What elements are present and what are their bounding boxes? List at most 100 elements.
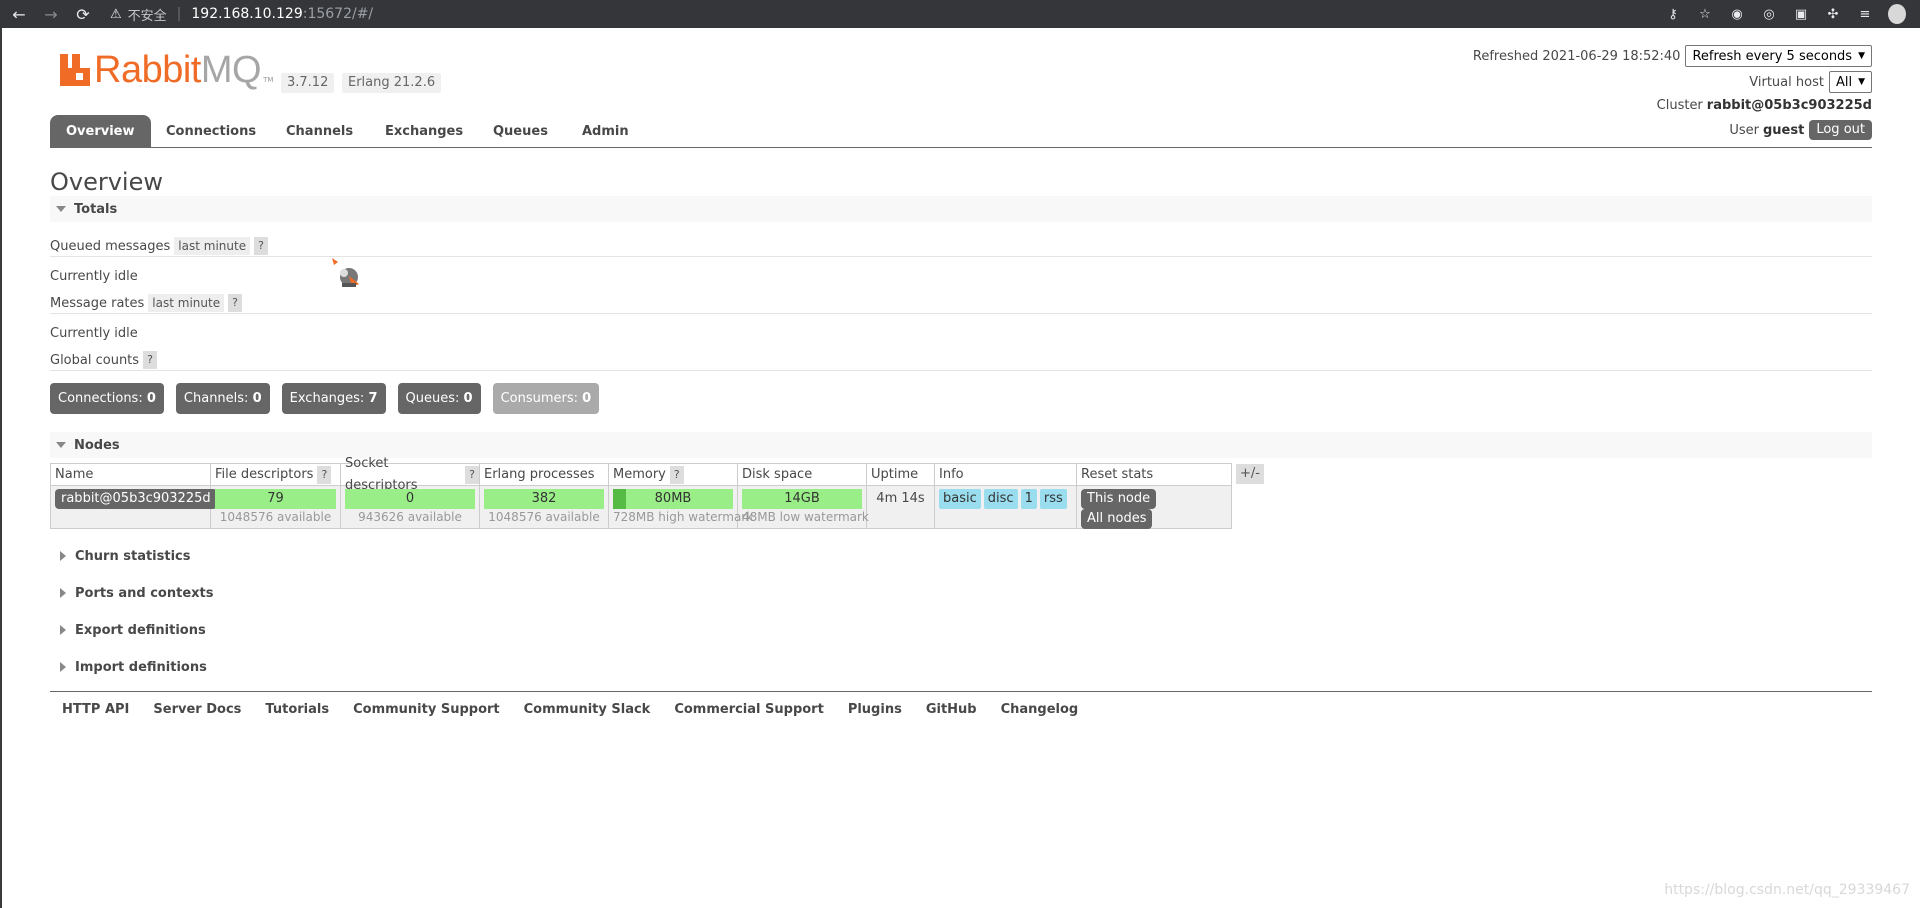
page-title: Overview (50, 168, 163, 196)
footer-link-changelog[interactable]: Changelog (1001, 702, 1079, 717)
nodes-table: Name File descriptors? Socket descriptor… (50, 456, 1232, 529)
key-icon[interactable]: ⚷ (1664, 5, 1682, 23)
channels-count[interactable]: Channels: 0 (175, 383, 270, 414)
cluster-label: Cluster (1656, 97, 1703, 113)
tab-admin[interactable]: Admin (566, 115, 645, 148)
footer-link-plugins[interactable]: Plugins (848, 702, 902, 717)
address-separator: | (176, 6, 182, 22)
col-info: Info (935, 464, 1077, 486)
extension-chrome-icon[interactable]: ◎ (1760, 5, 1778, 23)
socket-descriptors-bar: 0 (345, 489, 475, 509)
erlang-processes-available: 1048576 available (488, 510, 600, 524)
global-counts-row: Global counts ? (50, 350, 157, 370)
memory-bar: 80MB (613, 489, 733, 509)
tab-channels[interactable]: Channels (270, 115, 369, 148)
tab-queues[interactable]: Queues (477, 115, 564, 148)
address-bar[interactable]: ⚠ 不安全 | 192.168.10.129 :15672/#/ (110, 3, 373, 25)
nodes-section-toggle[interactable]: Nodes (50, 432, 1872, 458)
footer-link-community-support[interactable]: Community Support (353, 702, 500, 717)
section-title: Export definitions (75, 622, 206, 638)
consumers-count[interactable]: Consumers: 0 (492, 383, 600, 414)
global-help-button[interactable]: ? (143, 351, 157, 369)
col-reset-stats: Reset stats (1081, 467, 1154, 482)
rates-range-selector[interactable]: last minute (148, 294, 225, 312)
info-badge-rss: rss (1039, 489, 1067, 509)
footer-link-server-docs[interactable]: Server Docs (153, 702, 241, 717)
star-icon[interactable]: ☆ (1696, 5, 1714, 23)
refresh-interval-select[interactable]: Refresh every 5 seconds ▼ (1685, 45, 1872, 67)
triangle-right-icon (60, 625, 66, 635)
totals-title: Totals (74, 201, 118, 217)
rates-help-button[interactable]: ? (228, 294, 242, 312)
forward-icon[interactable]: → (38, 1, 64, 27)
triangle-right-icon (60, 588, 66, 598)
uptime-value: 4m 14s (867, 486, 935, 528)
export-definitions-toggle[interactable]: Export definitions (50, 618, 206, 642)
disk-space-bar: 14GB (742, 489, 862, 509)
nodes-title: Nodes (74, 437, 120, 453)
url-host: 192.168.10.129 (191, 6, 303, 22)
table-row: rabbit@05b3c903225d 79 1048576 available… (51, 486, 1231, 529)
section-title: Ports and contexts (75, 585, 214, 601)
reading-list-icon[interactable]: ≡ (1856, 5, 1874, 23)
rates-status: Currently idle (50, 325, 138, 341)
queued-range-selector[interactable]: last minute (174, 237, 251, 255)
import-definitions-toggle[interactable]: Import definitions (50, 655, 207, 679)
insecure-label: 不安全 (127, 8, 167, 24)
col-memory: Memory? (609, 464, 738, 486)
back-icon[interactable]: ← (6, 1, 32, 27)
tab-connections[interactable]: Connections (150, 115, 272, 148)
virtual-host-select[interactable]: All ▼ (1828, 71, 1872, 93)
tab-exchanges[interactable]: Exchanges (369, 115, 479, 148)
reload-icon[interactable]: ⟳ (70, 1, 96, 27)
memory-bar-fill (613, 489, 627, 509)
extension-box-icon[interactable]: ▣ (1792, 5, 1810, 23)
toggle-columns-button[interactable]: +/- (1236, 464, 1264, 484)
main-tabs: Overview Connections Channels Exchanges … (50, 115, 1872, 148)
global-counts-label: Global counts (50, 352, 140, 368)
footer-link-http-api[interactable]: HTTP API (62, 702, 129, 717)
exchanges-count[interactable]: Exchanges: 7 (281, 383, 386, 414)
cluster-name: rabbit@05b3c903225d (1706, 97, 1872, 113)
footer-link-tutorials[interactable]: Tutorials (265, 702, 329, 717)
section-title: Churn statistics (75, 548, 191, 564)
help-button[interactable]: ? (465, 466, 479, 484)
file-descriptors-available: 1048576 available (219, 510, 332, 524)
triangle-right-icon (60, 551, 66, 561)
ports-contexts-toggle[interactable]: Ports and contexts (50, 581, 213, 605)
global-counts: Connections: 0 Channels: 0 Exchanges: 7 … (50, 383, 600, 414)
footer-link-community-slack[interactable]: Community Slack (524, 702, 651, 717)
churn-statistics-toggle[interactable]: Churn statistics (50, 544, 191, 568)
rabbitmq-logo[interactable]: RabbitMQ TM (60, 49, 273, 91)
col-file-descriptors: File descriptors? (211, 464, 341, 486)
footer-link-commercial-support[interactable]: Commercial Support (674, 702, 824, 717)
disk-watermark: 48MB low watermark (742, 510, 869, 524)
col-erlang-processes: Erlang processes (480, 464, 609, 486)
queued-help-button[interactable]: ? (254, 237, 268, 255)
footer-link-github[interactable]: GitHub (926, 702, 977, 717)
extension-bulb-icon[interactable]: ◉ (1728, 5, 1746, 23)
info-badge-disc: disc (983, 489, 1018, 509)
connections-count[interactable]: Connections: 0 (50, 383, 164, 414)
chevron-down-icon: ▼ (1858, 51, 1865, 61)
queued-messages-label: Queued messages (50, 238, 171, 254)
rabbitmq-logo-icon (60, 54, 90, 86)
logo-text: RabbitMQ (94, 49, 262, 91)
nodes-table-header: Name File descriptors? Socket descriptor… (51, 456, 1231, 493)
version-badge: 3.7.12 (281, 73, 335, 93)
queued-status: Currently idle (50, 268, 138, 284)
totals-section-toggle[interactable]: Totals (50, 196, 1872, 222)
reset-this-node-button[interactable]: This node (1081, 489, 1157, 509)
help-button[interactable]: ? (317, 466, 332, 484)
tab-overview[interactable]: Overview (50, 115, 151, 148)
window-left-edge (0, 28, 2, 908)
reset-all-nodes-button[interactable]: All nodes (1081, 509, 1153, 529)
message-rates-row: Message rates last minute ? (50, 293, 242, 313)
help-button[interactable]: ? (669, 466, 684, 484)
extensions-puzzle-icon[interactable]: ✣ (1824, 5, 1842, 23)
queued-messages-row: Queued messages last minute ? (50, 236, 268, 256)
triangle-right-icon (60, 662, 66, 672)
node-name-link[interactable]: rabbit@05b3c903225d (55, 489, 217, 509)
profile-avatar-icon[interactable] (1888, 4, 1906, 24)
queues-count[interactable]: Queues: 0 (397, 383, 481, 414)
